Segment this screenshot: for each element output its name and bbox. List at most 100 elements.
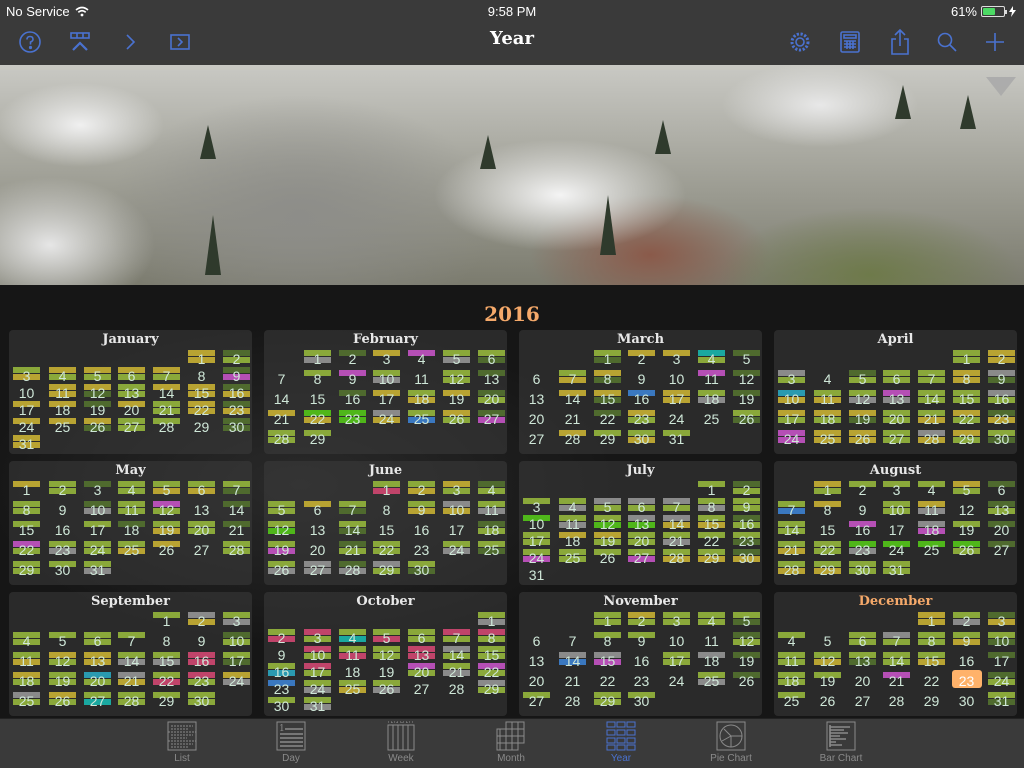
day-cell[interactable]: 2 (339, 348, 366, 367)
day-cell[interactable]: 15 (373, 519, 400, 538)
day-cell[interactable]: 7 (883, 630, 910, 649)
day-cell[interactable]: 30 (49, 559, 76, 578)
day-cell[interactable]: 9 (188, 630, 215, 649)
day-cell[interactable]: 2 (628, 348, 655, 367)
day-cell[interactable]: 29 (373, 559, 400, 578)
day-cell[interactable]: 4 (698, 610, 725, 629)
day-cell[interactable]: 8 (13, 499, 40, 518)
day-cell[interactable]: 9 (988, 368, 1015, 387)
triangle-down-icon[interactable] (986, 77, 1016, 96)
day-cell[interactable]: 14 (559, 650, 586, 669)
day-cell[interactable]: 30 (988, 428, 1015, 447)
day-cell[interactable]: 16 (628, 650, 655, 669)
month-march[interactable]: March 1 2 3 4 5 6 7 8 9 10 11 12 13 14 15 16 17 18 19 20 21 22… (519, 330, 762, 454)
day-cell[interactable]: 6 (988, 479, 1015, 498)
day-cell[interactable]: 23 (628, 408, 655, 427)
day-cell[interactable]: 27 (478, 408, 505, 427)
day-cell[interactable]: 18 (408, 388, 435, 407)
day-cell[interactable]: 4 (778, 630, 805, 649)
day-cell[interactable]: 20 (523, 670, 550, 689)
day-cell[interactable]: 8 (153, 630, 180, 649)
month-november[interactable]: November 1 2 3 4 5 6 7 8 9 10 11 12 13 14 15 16 17 18 19 20 2… (519, 592, 762, 716)
day-cell[interactable]: 29 (304, 428, 331, 447)
day-cell[interactable]: 11 (408, 368, 435, 387)
day-cell[interactable]: 31 (84, 559, 111, 578)
day-cell[interactable]: 22 (918, 670, 945, 689)
day-cell[interactable]: 26 (814, 690, 841, 709)
day-cell[interactable]: 22 (13, 539, 40, 558)
day-cell[interactable]: 3 (663, 610, 690, 629)
day-cell[interactable]: 10 (443, 499, 470, 518)
day-cell[interactable]: 12 (268, 519, 295, 538)
day-cell[interactable]: 19 (733, 650, 760, 669)
day-cell[interactable]: 12 (733, 630, 760, 649)
day-cell[interactable]: 17 (988, 650, 1015, 669)
day-cell[interactable]: 19 (49, 670, 76, 689)
day-cell[interactable]: 7 (268, 368, 295, 387)
day-cell[interactable]: 23 (628, 670, 655, 689)
day-cell[interactable]: 27 (849, 690, 876, 709)
day-cell[interactable]: 5 (849, 368, 876, 387)
day-cell[interactable]: 13 (849, 650, 876, 669)
day-cell[interactable]: 30 (849, 559, 876, 578)
day-cell[interactable]: 19 (849, 408, 876, 427)
day-cell[interactable]: 7 (118, 630, 145, 649)
day-cell[interactable]: 1 (373, 479, 400, 498)
day-cell[interactable]: 28 (778, 559, 805, 578)
day-cell[interactable]: 10 (988, 630, 1015, 649)
day-cell[interactable]: 1 (304, 348, 331, 367)
day-cell[interactable]: 12 (849, 388, 876, 407)
day-cell[interactable]: 4 (698, 348, 725, 367)
day-cell[interactable]: 1 (814, 479, 841, 498)
day-cell[interactable]: 22 (953, 408, 980, 427)
day-cell[interactable]: 27 (988, 539, 1015, 558)
day-cell[interactable]: 13 (478, 368, 505, 387)
day-cell[interactable]: 12 (49, 650, 76, 669)
day-cell[interactable]: 28 (223, 539, 250, 558)
day-cell[interactable]: 28 (559, 428, 586, 447)
day-cell[interactable]: 3 (883, 479, 910, 498)
day-cell[interactable]: 25 (698, 408, 725, 427)
day-cell[interactable]: 2 (988, 348, 1015, 367)
day-cell[interactable]: 16 (408, 519, 435, 538)
day-cell[interactable]: 30 (628, 428, 655, 447)
day-cell[interactable]: 25 (13, 690, 40, 709)
day-cell[interactable]: 1 (13, 479, 40, 498)
calculator-icon[interactable] (836, 29, 864, 55)
day-cell[interactable]: 2 (408, 479, 435, 498)
day-cell[interactable]: 30 (953, 690, 980, 709)
day-cell[interactable]: 3 (778, 368, 805, 387)
day-cell[interactable]: 21 (883, 670, 910, 689)
day-cell[interactable]: 15 (153, 650, 180, 669)
day-cell[interactable]: 11 (13, 650, 40, 669)
day-cell[interactable]: 30 (188, 690, 215, 709)
day-cell[interactable]: 20 (523, 408, 550, 427)
day-cell[interactable]: 5 (733, 610, 760, 629)
day-cell[interactable]: 23 (49, 539, 76, 558)
day-cell[interactable]: 24 (883, 539, 910, 558)
day-cell[interactable]: 15 (594, 650, 621, 669)
day-cell[interactable]: 28 (559, 690, 586, 709)
day-cell[interactable]: 21 (918, 408, 945, 427)
month-april[interactable]: April 1 2 3 4 5 6 7 8 9 10 11 12 13 14 15 16 17 18 19 20 21 22… (774, 330, 1017, 454)
day-cell[interactable]: 28 (663, 547, 690, 566)
day-cell[interactable]: 26 (49, 690, 76, 709)
day-cell[interactable]: 28 (918, 428, 945, 447)
day-cell[interactable]: 6 (188, 479, 215, 498)
day-cell[interactable]: 25 (559, 547, 586, 566)
day-cell[interactable]: 31 (883, 559, 910, 578)
day-cell[interactable]: 17 (883, 519, 910, 538)
day-cell[interactable]: 23 (849, 539, 876, 558)
day-cell[interactable]: 21 (559, 408, 586, 427)
day-cell[interactable]: 25 (918, 539, 945, 558)
day-cell[interactable]: 30 (408, 559, 435, 578)
day-cell[interactable]: 26 (953, 539, 980, 558)
day-cell[interactable]: 8 (918, 630, 945, 649)
day-cell[interactable]: 18 (698, 388, 725, 407)
month-july[interactable]: July 1 2 3 4 5 6 7 8 9 10 11 12 13 14 15 16 17 18 19 20 21 22 2… (519, 461, 762, 585)
day-cell[interactable]: 27 (188, 539, 215, 558)
day-cell[interactable]: 31 (988, 690, 1015, 709)
day-cell[interactable]: 25 (778, 690, 805, 709)
day-cell[interactable]: 1 (153, 610, 180, 629)
day-cell[interactable]: 9 (339, 368, 366, 387)
